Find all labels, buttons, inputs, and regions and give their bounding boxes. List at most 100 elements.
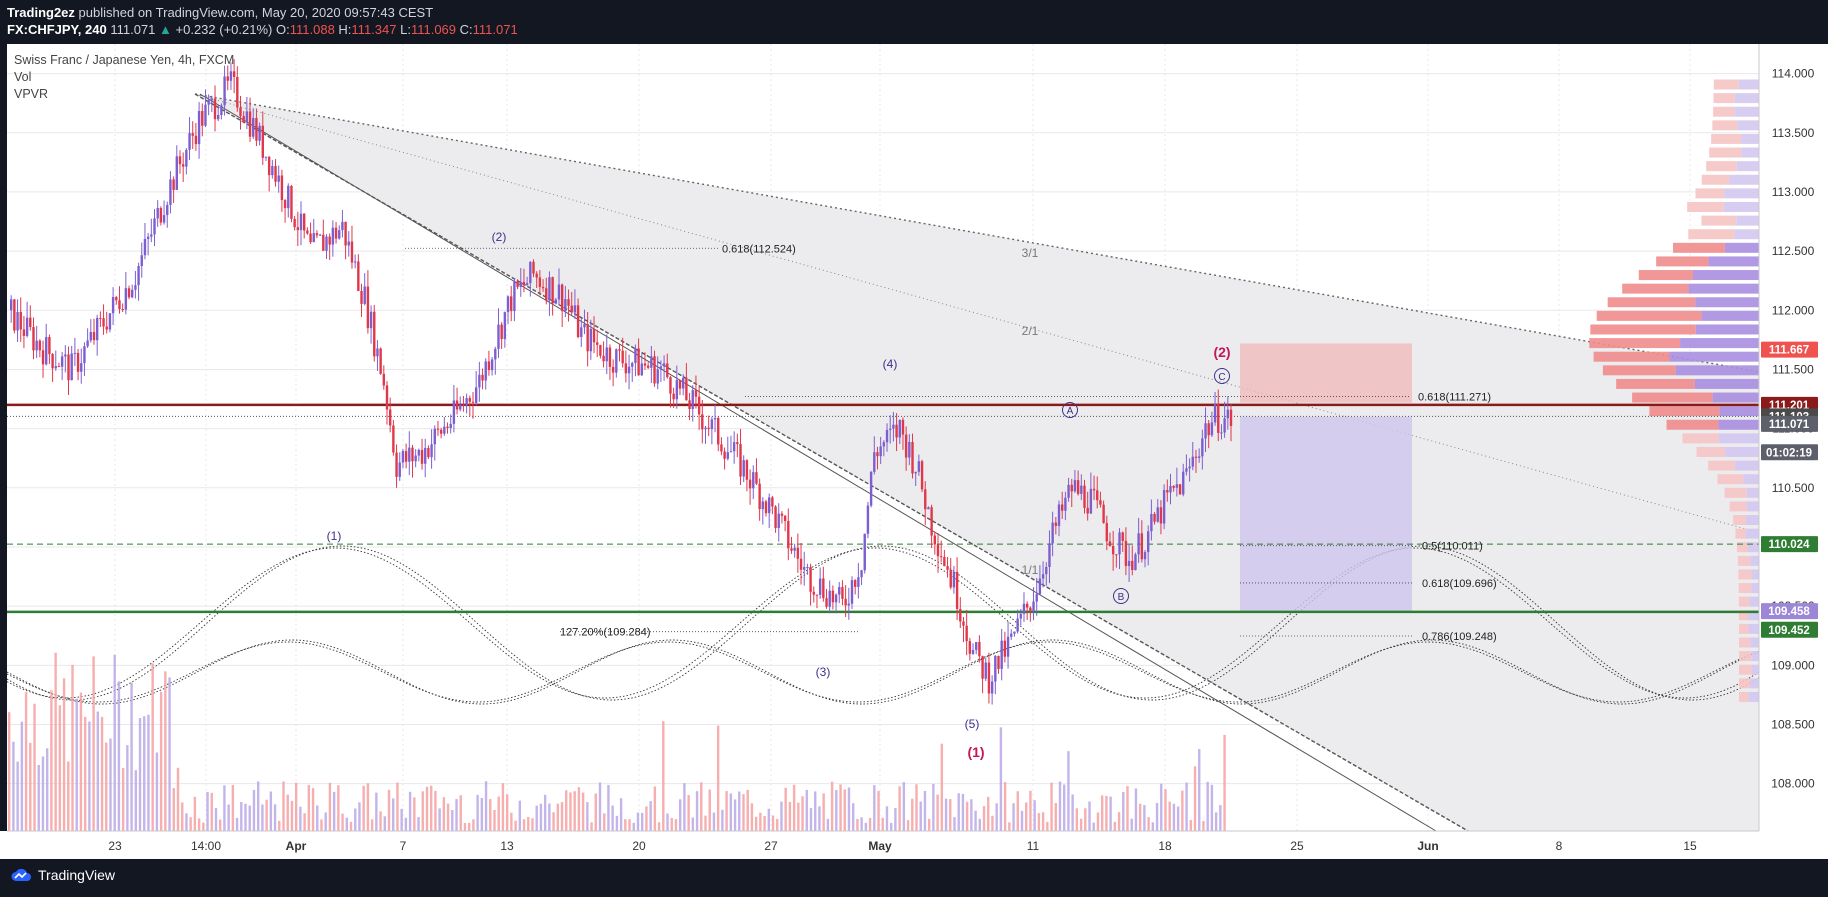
candle-body [1178,484,1182,495]
volume-bar [619,798,623,831]
vpvr-sell-bin [1602,365,1676,376]
wave-label: (1) [327,529,342,543]
cloud-icon [11,868,31,881]
candle-body [236,76,239,108]
vpvr-buy-bin [1746,528,1759,539]
volume-bar [197,818,201,831]
candle-body [752,472,755,489]
vpvr-buy-bin [1745,515,1759,526]
candle-body [283,200,287,209]
volume-bar [1126,786,1129,831]
legend-title[interactable]: Swiss Franc / Japanese Yen, 4h, FXCM [14,52,234,69]
wave-label: A [1067,406,1074,417]
candle-body [306,230,309,234]
candle-body [742,460,745,477]
candle-body [1108,541,1112,546]
candle-body [844,598,847,606]
candle-body [847,603,851,606]
candle-body [242,116,245,122]
candle-body [16,311,19,331]
candle-body [322,234,325,251]
price-chart[interactable]: 3/1 2/1 1/1 0.618(112.524) 0.618(111.271) 0.… [0,0,1828,897]
volume-bar [611,805,614,831]
vpvr-buy-bin [1718,419,1759,430]
volume-bar [801,796,804,831]
volume-bar [362,785,365,831]
volume-bar [543,794,547,831]
candle-body [911,441,914,474]
candle-body [790,548,793,551]
vpvr-buy-bin [1750,555,1759,566]
volume-bar [33,703,36,831]
candle-body [334,227,338,239]
tradingview-logo[interactable]: TradingView [10,867,115,883]
x-tick-label: 25 [1290,839,1304,853]
volume-bar [1210,784,1214,831]
candle-body [736,442,739,445]
volume-bar [96,711,100,831]
volume-bar [396,782,399,831]
candle-body [631,363,634,367]
candle-body [341,221,344,231]
volume-bar [50,690,53,831]
candle-body [41,350,45,365]
candle-body [780,513,784,516]
volume-bar [299,806,302,831]
candle-body [761,501,765,510]
candle-body [637,348,640,376]
candle-body [449,423,452,428]
candle-body [924,489,927,510]
volume-bar [641,812,644,831]
candle-body [729,451,733,453]
wave-label: (3) [816,665,831,679]
candle-body [975,642,978,651]
candle-body [427,448,430,458]
candle-body [952,571,956,588]
candle-body [1029,607,1032,612]
vpvr-buy-bin [1734,93,1759,104]
volume-bar [1033,800,1036,831]
volume-bar [881,817,884,831]
candle-body [720,444,723,452]
candle-body [1115,554,1118,556]
wave-label: C [1218,372,1225,383]
vpvr-buy-bin [1724,242,1759,253]
candle-body [745,460,749,480]
volume-bar [1046,821,1049,831]
stop-zone [1240,343,1412,403]
wave-label: (1) [967,744,984,760]
vpvr-sell-bin [1738,678,1750,689]
candle-body [545,288,548,301]
volume-bar [446,803,450,831]
candle-body [796,547,800,559]
volume-bar [885,806,889,831]
vpvr-sell-bin [1590,324,1696,335]
vpvr-buy-bin [1734,106,1759,117]
candle-body [315,233,319,236]
volume-bar [1176,806,1180,831]
candle-body [1048,543,1051,567]
volume-bar [552,812,555,831]
volume-bar [1164,789,1167,831]
candle-body [1038,578,1042,595]
candle-body [602,355,605,362]
candle-body [560,284,564,312]
candle-body [860,570,863,578]
vpvr-sell-bin [1709,147,1742,158]
candle-body [812,591,815,595]
legend-volume[interactable]: Vol [14,69,234,86]
volume-bar [240,802,243,831]
candle-body [309,233,312,243]
y-tick-label: 114.000 [1772,67,1815,81]
volume-bar [438,808,441,831]
candle-body [318,234,322,236]
candle-body [1220,432,1223,434]
candle-body [490,359,494,371]
y-tick-label: 112.500 [1772,244,1815,258]
candle-body [404,451,408,462]
candle-body [576,305,580,338]
legend-vpvr[interactable]: VPVR [14,86,234,103]
volume-bar [8,712,11,831]
vpvr-sell-bin [1607,297,1696,308]
x-tick-label: 18 [1158,839,1172,853]
